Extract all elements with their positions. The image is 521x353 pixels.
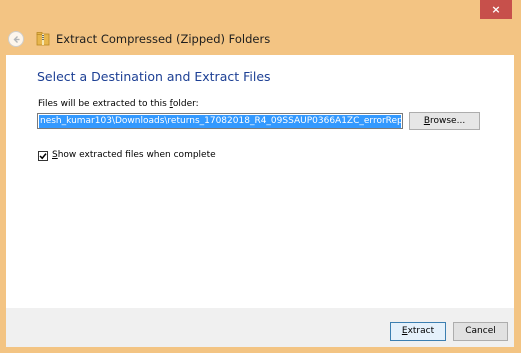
destination-label: Files will be extracted to this folder: [38,99,199,109]
browse-button[interactable]: Browse... [409,112,480,130]
page-heading: Select a Destination and Extract Files [37,69,271,84]
close-icon: × [491,3,501,16]
back-button[interactable] [8,31,24,47]
cancel-button[interactable]: Cancel [453,322,508,341]
show-files-label[interactable]: Show extracted files when complete [52,150,216,160]
zip-folder-icon [36,32,50,46]
title-bar: Extract Compressed (Zipped) Folders [0,24,521,54]
destination-path-value: nesh_kumar103\Downloads\returns_17082018… [39,115,401,128]
extract-button[interactable]: Extract [390,322,446,341]
window-title: Extract Compressed (Zipped) Folders [56,32,271,46]
destination-path-input[interactable]: nesh_kumar103\Downloads\returns_17082018… [37,113,403,129]
close-button[interactable]: × [480,0,512,19]
checkmark-icon [39,153,47,160]
show-files-checkbox[interactable] [38,151,48,161]
extract-dialog-window: × Extract Compressed (Zipped) Folders Se… [0,0,521,353]
back-arrow-icon [13,36,20,43]
dialog-content: Select a Destination and Extract Files F… [6,55,514,308]
dialog-panel: Select a Destination and Extract Files F… [6,55,514,347]
